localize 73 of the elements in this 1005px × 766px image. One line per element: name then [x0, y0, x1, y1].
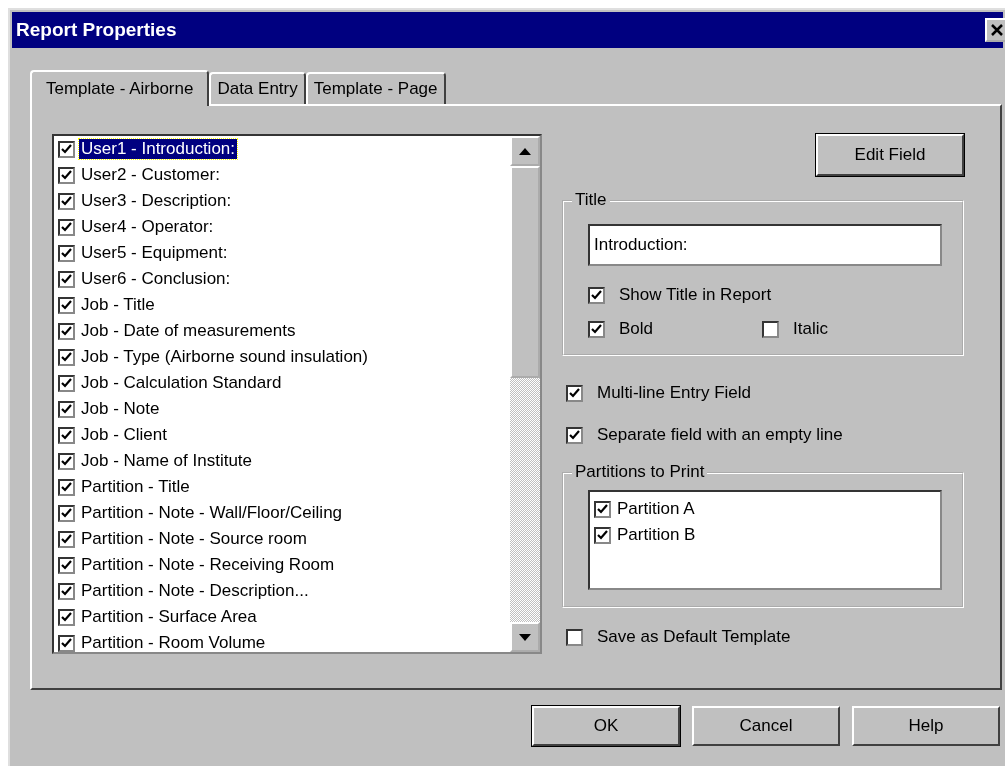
tab[interactable]: Template - Page [305, 72, 446, 104]
list-item[interactable]: Partition A [615, 498, 697, 520]
list-item[interactable]: User2 - Customer: [79, 164, 222, 186]
list-item[interactable]: Partition - Note - Wall/Floor/Ceiling [79, 502, 345, 524]
list-item[interactable]: Partition - Title [79, 476, 192, 498]
checkbox-label: Bold [619, 318, 654, 340]
checkbox[interactable] [58, 400, 75, 418]
window-title: Report Properties [16, 18, 177, 42]
list-item[interactable]: User6 - Conclusion: [79, 268, 233, 290]
tab[interactable]: Data Entry [209, 72, 306, 104]
checkbox[interactable] [58, 322, 75, 340]
list-item[interactable]: Partition B [615, 524, 698, 546]
checkbox[interactable] [594, 500, 611, 518]
down-arrow-icon [519, 633, 531, 641]
list-item[interactable]: Partition - Note - Receiving Room [79, 554, 337, 576]
dialog-button[interactable]: Help [852, 706, 1000, 746]
dialog-button[interactable]: Cancel [692, 706, 840, 746]
list-item[interactable]: Partition - Note - Source room [79, 528, 309, 550]
checkbox[interactable] [566, 426, 583, 444]
checkbox-label: Save as Default Template [597, 626, 791, 648]
list-item[interactable]: Job - Calculation Standard [79, 372, 284, 394]
checkbox[interactable] [58, 478, 75, 496]
list-item[interactable]: Job - Client [79, 424, 169, 446]
checkbox[interactable] [762, 320, 779, 338]
checkbox[interactable] [566, 628, 583, 646]
checkbox[interactable] [58, 530, 75, 548]
list-item[interactable]: Job - Note [79, 398, 162, 420]
list-item[interactable]: User1 - Introduction: [79, 138, 237, 160]
list-item[interactable]: User3 - Description: [79, 190, 234, 212]
edit-field-button[interactable]: Edit Field [816, 134, 964, 176]
checkbox[interactable] [58, 556, 75, 574]
list-item[interactable]: Partition - Room Volume [79, 632, 268, 652]
scrollbar[interactable] [510, 136, 540, 652]
checkbox-label: Italic [793, 318, 828, 340]
checkbox[interactable] [594, 526, 611, 544]
list-item[interactable]: Job - Date of measurements [79, 320, 298, 342]
checkbox[interactable] [58, 374, 75, 392]
checkbox[interactable] [58, 244, 75, 262]
checkbox[interactable] [58, 218, 75, 236]
checkbox[interactable] [588, 320, 605, 338]
checkbox[interactable] [58, 166, 75, 184]
checkbox-label: Separate field with an empty line [597, 424, 843, 446]
checkbox-label: Multi-line Entry Field [597, 382, 751, 404]
list-item[interactable]: Job - Title [79, 294, 157, 316]
scroll-thumb[interactable] [510, 166, 540, 378]
title-input[interactable]: Introduction: [588, 224, 942, 266]
checkbox[interactable] [58, 426, 75, 444]
checkbox[interactable] [58, 140, 75, 158]
tab[interactable]: Template - Airborne [30, 70, 210, 106]
list-item[interactable]: User5 - Equipment: [79, 242, 230, 264]
list-item[interactable]: Partition - Surface Area [79, 606, 259, 628]
checkbox[interactable] [58, 504, 75, 522]
dialog-button[interactable]: OK [532, 706, 680, 746]
checkbox[interactable] [58, 452, 75, 470]
checkbox[interactable] [58, 270, 75, 288]
checkbox[interactable] [58, 582, 75, 600]
checkbox[interactable] [58, 348, 75, 366]
close-icon [990, 23, 1004, 37]
checkbox[interactable] [58, 192, 75, 210]
list-item[interactable]: Job - Name of Institute [79, 450, 255, 472]
checkbox[interactable] [58, 634, 75, 652]
list-item[interactable]: Partition - Note - Description... [79, 580, 311, 602]
up-arrow-icon [519, 147, 531, 155]
list-item[interactable]: Job - Type (Airborne sound insulation) [79, 346, 370, 368]
checkbox[interactable] [566, 384, 583, 402]
checkbox[interactable] [58, 608, 75, 626]
checkbox-label: Show Title in Report [619, 284, 772, 306]
checkbox[interactable] [58, 296, 75, 314]
scroll-down-button[interactable] [510, 622, 540, 652]
close-button[interactable] [985, 18, 1005, 42]
scroll-up-button[interactable] [510, 136, 540, 166]
list-item[interactable]: User4 - Operator: [79, 216, 216, 238]
checkbox[interactable] [588, 286, 605, 304]
